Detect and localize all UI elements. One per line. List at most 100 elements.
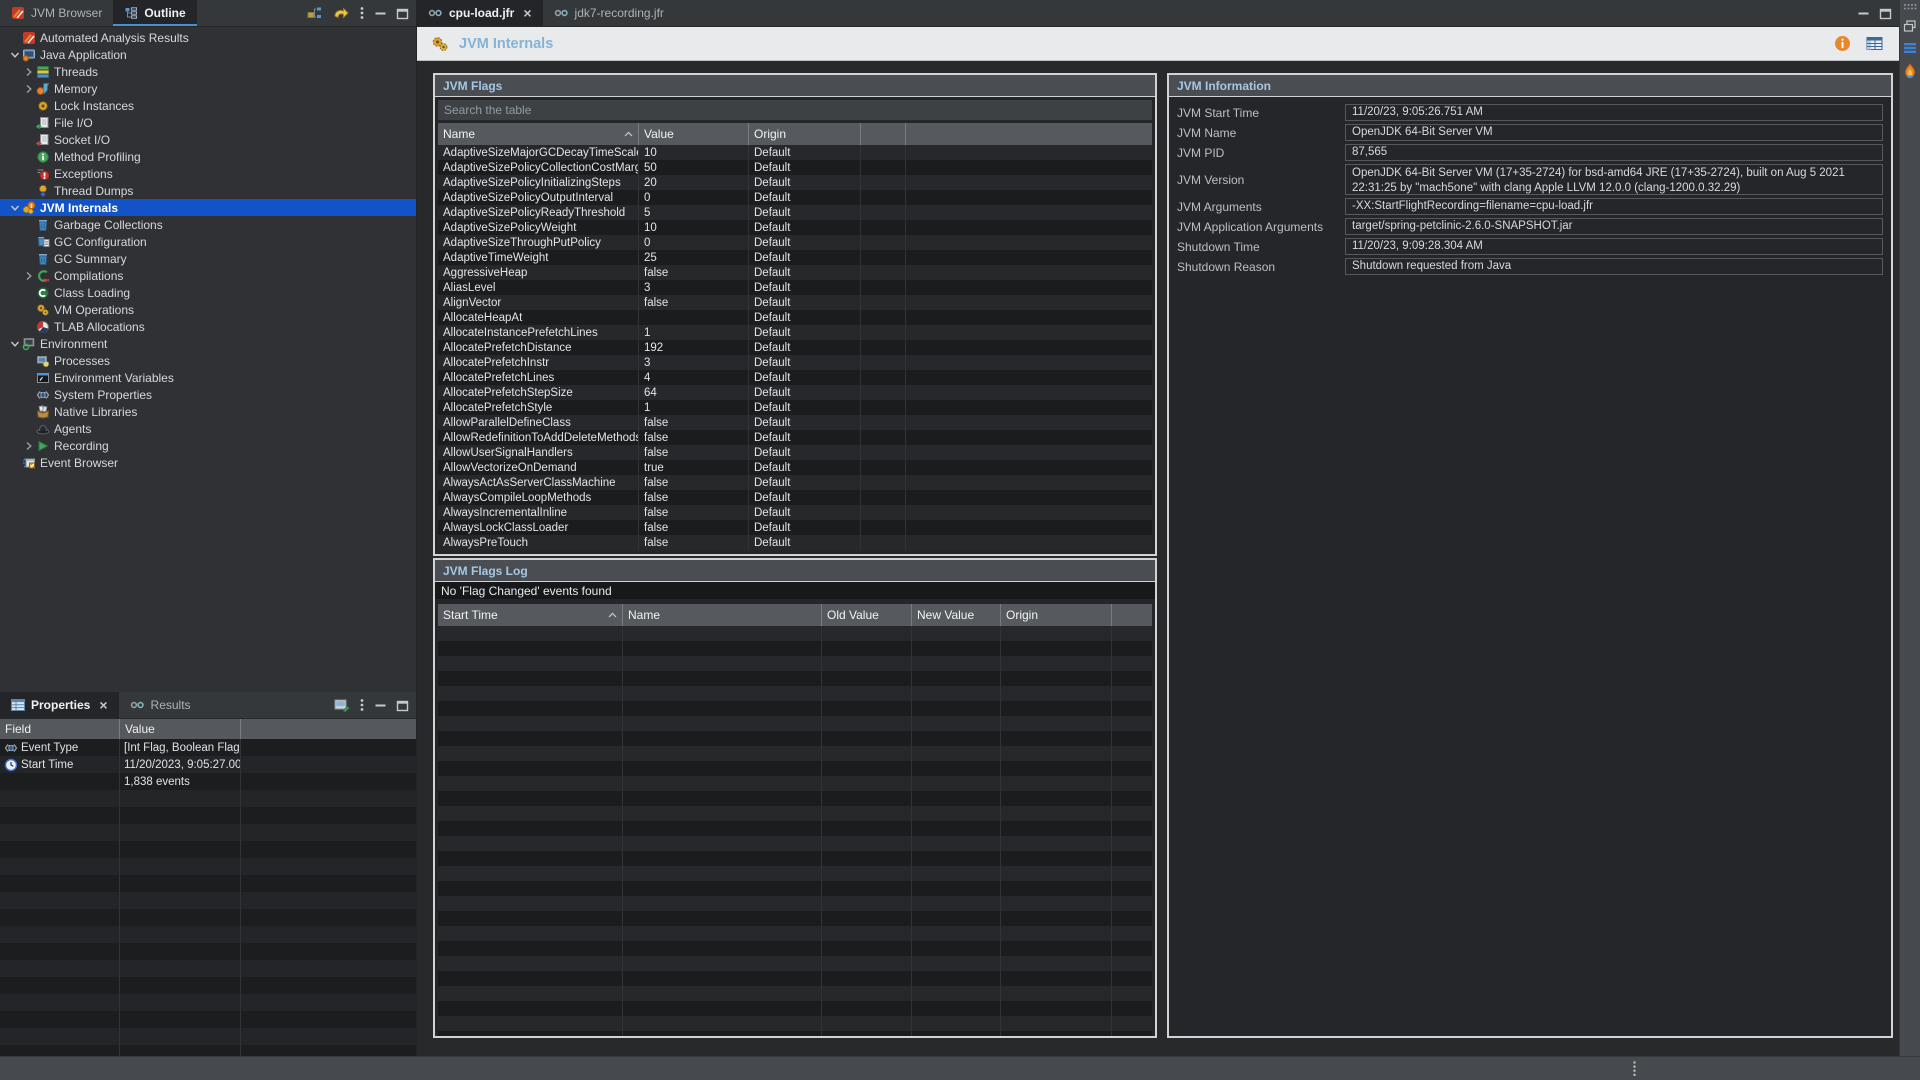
tree-item-gc-configuration[interactable]: GC Configuration bbox=[0, 233, 416, 250]
table-row[interactable]: AllocatePrefetchDistance192Default bbox=[438, 340, 1152, 355]
table-row[interactable]: AdaptiveSizePolicyOutputInterval0Default bbox=[438, 190, 1152, 205]
flame-view-icon[interactable] bbox=[1903, 63, 1917, 79]
table-row[interactable]: AdaptiveSizePolicyWeight10Default bbox=[438, 220, 1152, 235]
tree-item-compilations[interactable]: Compilations bbox=[0, 267, 416, 284]
tree-item-agents[interactable]: Agents bbox=[0, 420, 416, 437]
tree-item-environment-variables[interactable]: Environment Variables bbox=[0, 369, 416, 386]
field-value[interactable]: target/spring-petclinic-2.6.0-SNAPSHOT.j… bbox=[1345, 218, 1883, 235]
table-row[interactable]: AlwaysLockClassLoaderfalseDefault bbox=[438, 520, 1152, 535]
properties-tab-results[interactable]: Results bbox=[119, 692, 202, 718]
sidebar-tab-outline[interactable]: Outline bbox=[113, 0, 196, 26]
table-row[interactable]: AllocatePrefetchLines4Default bbox=[438, 370, 1152, 385]
table-row[interactable]: AdaptiveSizePolicyCollectionCostMargin50… bbox=[438, 160, 1152, 175]
field-value[interactable]: 11/20/23, 9:09:28.304 AM bbox=[1345, 238, 1883, 255]
tree-item-thread-dumps[interactable]: Thread Dumps bbox=[0, 182, 416, 199]
resize-grip[interactable] bbox=[1633, 1061, 1636, 1077]
table-row[interactable]: Event Type[Int Flag, Boolean Flag] bbox=[0, 739, 416, 756]
maximize-icon[interactable] bbox=[396, 7, 409, 20]
table-row[interactable]: 1,838 events bbox=[0, 773, 416, 790]
tree-item-exceptions[interactable]: Exceptions bbox=[0, 165, 416, 182]
table-row[interactable]: AllocateInstancePrefetchLines1Default bbox=[438, 325, 1152, 340]
tree-item-jvm-internals[interactable]: JVM Internals bbox=[0, 199, 416, 216]
close-icon[interactable]: × bbox=[99, 698, 107, 712]
chevron-right-icon[interactable] bbox=[22, 82, 35, 95]
tree-item-memory[interactable]: Memory bbox=[0, 80, 416, 97]
column-header-name[interactable]: Name bbox=[623, 604, 822, 626]
table-row[interactable]: AllocateHeapAtDefault bbox=[438, 310, 1152, 325]
table-row[interactable]: AdaptiveSizeMajorGCDecayTimeScale10Defau… bbox=[438, 145, 1152, 160]
minimize-icon[interactable] bbox=[374, 699, 387, 712]
info-icon[interactable] bbox=[1834, 35, 1851, 52]
table-row[interactable]: AlignVectorfalseDefault bbox=[438, 295, 1152, 310]
table-row[interactable]: AlwaysPreTouchfalseDefault bbox=[438, 535, 1152, 550]
table-row[interactable]: AllowUserSignalHandlersfalseDefault bbox=[438, 445, 1152, 460]
tree-item-tlab-allocations[interactable]: TLAB Allocations bbox=[0, 318, 416, 335]
table-row[interactable]: AllocatePrefetchInstr3Default bbox=[438, 355, 1152, 370]
navigation-arrow-icon[interactable] bbox=[332, 6, 350, 21]
field-value[interactable]: OpenJDK 64-Bit Server VM (17+35-2724) fo… bbox=[1345, 164, 1883, 195]
chevron-right-icon[interactable] bbox=[22, 439, 35, 452]
editor-tab-jdk7-recording-jfr[interactable]: jdk7-recording.jfr bbox=[543, 0, 675, 26]
table-row[interactable]: AdaptiveSizeThroughPutPolicy0Default bbox=[438, 235, 1152, 250]
flags-search-input[interactable] bbox=[438, 100, 1152, 120]
table-row[interactable]: AliasLevel3Default bbox=[438, 280, 1152, 295]
field-value[interactable]: 87,565 bbox=[1345, 144, 1883, 161]
tree-item-java-application[interactable]: Java Application bbox=[0, 46, 416, 63]
field-value[interactable]: OpenJDK 64-Bit Server VM bbox=[1345, 124, 1883, 141]
column-header-origin[interactable]: Origin bbox=[749, 123, 861, 145]
tree-item-vm-operations[interactable]: VM Operations bbox=[0, 301, 416, 318]
table-row[interactable]: AllocatePrefetchStyle1Default bbox=[438, 400, 1152, 415]
view-menu-icon[interactable] bbox=[359, 698, 365, 712]
table-row[interactable]: AdaptiveSizePolicyInitializingSteps20Def… bbox=[438, 175, 1152, 190]
table-row[interactable]: AggressiveHeapfalseDefault bbox=[438, 265, 1152, 280]
tree-item-environment[interactable]: Environment bbox=[0, 335, 416, 352]
sidebar-tab-jvm-browser[interactable]: JVM Browser bbox=[0, 0, 113, 26]
tree-item-recording[interactable]: Recording bbox=[0, 437, 416, 454]
pin-editor-icon[interactable] bbox=[334, 698, 350, 712]
view-menu-icon[interactable] bbox=[359, 6, 365, 20]
tree-item-processes[interactable]: Processes bbox=[0, 352, 416, 369]
table-row[interactable]: AllowParallelDefineClassfalseDefault bbox=[438, 415, 1152, 430]
tree-item-class-loading[interactable]: Class Loading bbox=[0, 284, 416, 301]
field-value[interactable]: 11/20/23, 9:05:26.751 AM bbox=[1345, 104, 1883, 121]
link-with-editor-icon[interactable] bbox=[307, 6, 323, 20]
chevron-right-icon[interactable] bbox=[22, 65, 35, 78]
tree-item-native-libraries[interactable]: Native Libraries bbox=[0, 403, 416, 420]
column-header-origin[interactable]: Origin bbox=[1001, 604, 1112, 626]
table-row[interactable]: Start Time11/20/2023, 9:05:27.000 AM bbox=[0, 756, 416, 773]
column-header-name[interactable]: Name bbox=[438, 123, 639, 145]
tree-item-system-properties[interactable]: System Properties bbox=[0, 386, 416, 403]
table-row[interactable]: AllocatePrefetchStepSize64Default bbox=[438, 385, 1152, 400]
tree-item-event-browser[interactable]: Event Browser bbox=[0, 454, 416, 471]
table-row[interactable]: AlwaysIncrementalInlinefalseDefault bbox=[438, 505, 1152, 520]
table-row[interactable]: AllowVectorizeOnDemandtrueDefault bbox=[438, 460, 1152, 475]
table-row[interactable]: AdaptiveTimeWeight25Default bbox=[438, 250, 1152, 265]
chevron-down-icon[interactable] bbox=[8, 201, 21, 214]
tree-item-gc-summary[interactable]: GC Summary bbox=[0, 250, 416, 267]
table-row[interactable]: AllowRedefinitionToAddDeleteMethodsfalse… bbox=[438, 430, 1152, 445]
tree-item-automated-analysis-results[interactable]: Automated Analysis Results bbox=[0, 29, 416, 46]
column-header-old-value[interactable]: Old Value bbox=[822, 604, 912, 626]
column-header-value[interactable]: Value bbox=[639, 123, 749, 145]
tree-item-file-i-o[interactable]: File I/O bbox=[0, 114, 416, 131]
drag-dots-icon[interactable] bbox=[1903, 3, 1917, 10]
stack-trace-view-icon[interactable] bbox=[1903, 42, 1917, 54]
tree-item-method-profiling[interactable]: Method Profiling bbox=[0, 148, 416, 165]
chevron-down-icon[interactable] bbox=[8, 337, 21, 350]
tree-item-lock-instances[interactable]: Lock Instances bbox=[0, 97, 416, 114]
minimize-icon[interactable] bbox=[374, 7, 387, 20]
editor-tab-cpu-load-jfr[interactable]: cpu-load.jfr× bbox=[417, 0, 543, 26]
maximize-icon[interactable] bbox=[396, 699, 409, 712]
table-row[interactable]: AdaptiveSizePolicyReadyThreshold5Default bbox=[438, 205, 1152, 220]
maximize-icon[interactable] bbox=[1879, 7, 1892, 20]
table-row[interactable]: AlwaysActAsServerClassMachinefalseDefaul… bbox=[438, 475, 1152, 490]
table-row[interactable]: AlwaysCompileLoopMethodsfalseDefault bbox=[438, 490, 1152, 505]
restore-view-icon[interactable] bbox=[1903, 19, 1917, 33]
minimize-icon[interactable] bbox=[1857, 7, 1870, 20]
close-icon[interactable]: × bbox=[523, 6, 531, 20]
column-header-new-value[interactable]: New Value bbox=[912, 604, 1001, 626]
table-settings-icon[interactable] bbox=[1866, 36, 1883, 51]
field-value[interactable]: -XX:StartFlightRecording=filename=cpu-lo… bbox=[1345, 198, 1883, 215]
column-header-field[interactable]: Field bbox=[0, 719, 120, 739]
properties-tab-properties[interactable]: Properties× bbox=[0, 692, 119, 718]
